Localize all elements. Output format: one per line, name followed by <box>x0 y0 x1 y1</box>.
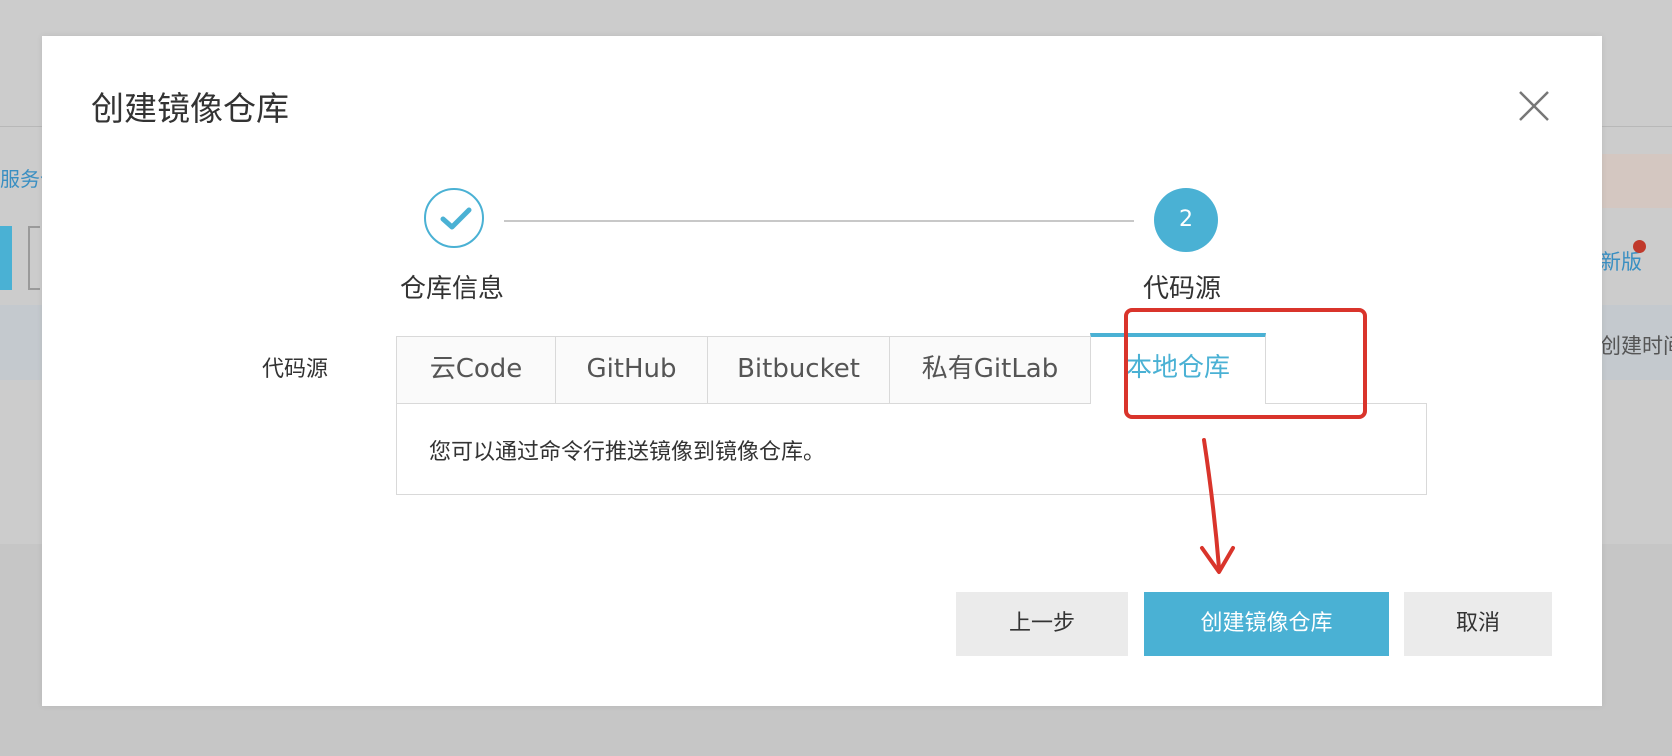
step-2-label: 代码源 <box>1143 274 1222 304</box>
step-1-indicator <box>424 188 484 248</box>
background-notice-bar <box>1600 154 1672 208</box>
step-1-label: 仓库信息 <box>400 274 505 304</box>
step-2-indicator: 2 <box>1154 188 1218 252</box>
previous-step-button[interactable]: 上一步 <box>956 592 1128 656</box>
tab-private-gitlab[interactable]: 私有GitLab <box>889 336 1091 403</box>
background-column-created-time: 创建时间 <box>1600 334 1672 358</box>
notification-dot <box>1633 240 1646 253</box>
tab-bitbucket[interactable]: Bitbucket <box>707 336 890 403</box>
tab-cloud-code[interactable]: 云Code <box>396 336 556 403</box>
stepper-connector <box>504 220 1134 222</box>
background-secondary-button <box>28 226 40 290</box>
close-icon[interactable] <box>1514 86 1554 126</box>
cancel-button[interactable]: 取消 <box>1404 592 1552 656</box>
annotation-highlight-box <box>1124 308 1367 419</box>
check-icon <box>440 207 472 230</box>
code-source-label: 代码源 <box>262 357 329 382</box>
annotation-arrow-icon <box>1200 438 1235 574</box>
create-repository-dialog: 创建镜像仓库 2 仓库信息 代码源 代码源 云Code GitHub Bitbu… <box>42 36 1602 706</box>
tab-panel-description: 您可以通过命令行推送镜像到镜像仓库。 <box>429 440 826 465</box>
background-primary-button <box>0 226 12 290</box>
dialog-title: 创建镜像仓库 <box>91 89 289 128</box>
create-repository-button[interactable]: 创建镜像仓库 <box>1144 592 1389 656</box>
tab-github[interactable]: GitHub <box>555 336 708 403</box>
